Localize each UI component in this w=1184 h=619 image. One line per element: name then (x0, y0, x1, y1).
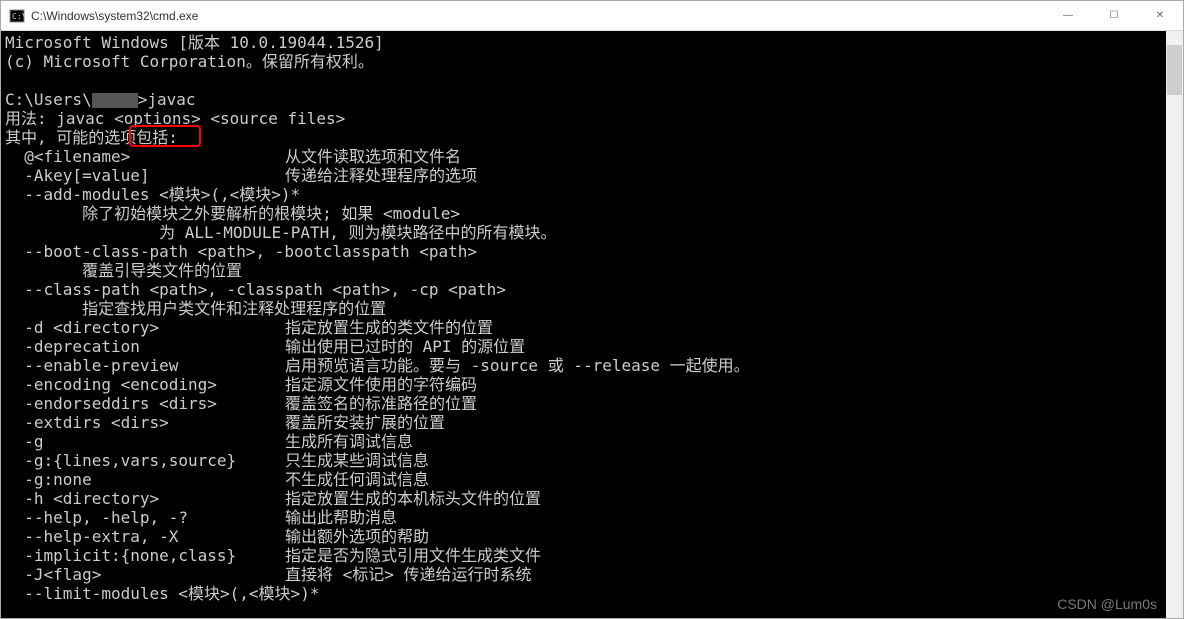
command-prompt-window: C:\ C:\Windows\system32\cmd.exe — ☐ ✕ Mi… (0, 0, 1184, 619)
titlebar[interactable]: C:\ C:\Windows\system32\cmd.exe — ☐ ✕ (1, 1, 1183, 31)
option-line: -endorseddirs <dirs>覆盖签名的标准路径的位置 (5, 394, 1162, 413)
option-line: --limit-modules <模块>(,<模块>)* (5, 584, 1162, 603)
command-text: javac (147, 90, 195, 109)
watermark: CSDN @Lum0s (1057, 596, 1157, 612)
option-line: -g:{lines,vars,source}只生成某些调试信息 (5, 451, 1162, 470)
terminal-area: Microsoft Windows [版本 10.0.19044.1526](c… (1, 31, 1183, 618)
prompt-line: C:\Users\>javac (5, 90, 1162, 109)
option-line: -g:none不生成任何调试信息 (5, 470, 1162, 489)
option-line: --enable-preview启用预览语言功能。要与 -source 或 --… (5, 356, 1162, 375)
option-line: -d <directory>指定放置生成的类文件的位置 (5, 318, 1162, 337)
option-line: -extdirs <dirs>覆盖所安装扩展的位置 (5, 413, 1162, 432)
window-controls: — ☐ ✕ (1045, 1, 1183, 31)
option-line: -Akey[=value]传递给注释处理程序的选项 (5, 166, 1162, 185)
option-desc-line: 指定查找用户类文件和注释处理程序的位置 (5, 299, 1162, 318)
options-intro: 其中, 可能的选项包括: (5, 128, 1162, 147)
blank-line (5, 71, 1162, 90)
option-line: --class-path <path>, -classpath <path>, … (5, 280, 1162, 299)
usage-line: 用法: javac <options> <source files> (5, 109, 1162, 128)
option-line: -implicit:{none,class}指定是否为隐式引用文件生成类文件 (5, 546, 1162, 565)
option-desc-line: 为 ALL-MODULE-PATH, 则为模块路径中的所有模块。 (5, 223, 1162, 242)
option-line: -J<flag>直接将 <标记> 传递给运行时系统 (5, 565, 1162, 584)
option-line: -g生成所有调试信息 (5, 432, 1162, 451)
scrollbar-thumb[interactable] (1167, 45, 1182, 95)
option-desc-line: 除了初始模块之外要解析的根模块; 如果 <module> (5, 204, 1162, 223)
close-button[interactable]: ✕ (1137, 1, 1183, 31)
option-line: -h <directory>指定放置生成的本机标头文件的位置 (5, 489, 1162, 508)
option-line: --boot-class-path <path>, -bootclasspath… (5, 242, 1162, 261)
option-line: --help-extra, -X输出额外选项的帮助 (5, 527, 1162, 546)
header-line: Microsoft Windows [版本 10.0.19044.1526] (5, 33, 1162, 52)
vertical-scrollbar[interactable] (1166, 31, 1183, 618)
window-title: C:\Windows\system32\cmd.exe (31, 9, 1045, 23)
username-redacted (92, 93, 138, 108)
svg-text:C:\: C:\ (12, 12, 25, 21)
cmd-icon: C:\ (9, 8, 25, 24)
option-desc-line: 覆盖引导类文件的位置 (5, 261, 1162, 280)
header-line: (c) Microsoft Corporation。保留所有权利。 (5, 52, 1162, 71)
minimize-button[interactable]: — (1045, 1, 1091, 31)
option-line: --add-modules <模块>(,<模块>)* (5, 185, 1162, 204)
option-line: -encoding <encoding>指定源文件使用的字符编码 (5, 375, 1162, 394)
option-line: --help, -help, -?输出此帮助消息 (5, 508, 1162, 527)
option-line: @<filename>从文件读取选项和文件名 (5, 147, 1162, 166)
option-line: -deprecation输出使用已过时的 API 的源位置 (5, 337, 1162, 356)
maximize-button[interactable]: ☐ (1091, 1, 1137, 31)
terminal-output[interactable]: Microsoft Windows [版本 10.0.19044.1526](c… (1, 31, 1166, 618)
